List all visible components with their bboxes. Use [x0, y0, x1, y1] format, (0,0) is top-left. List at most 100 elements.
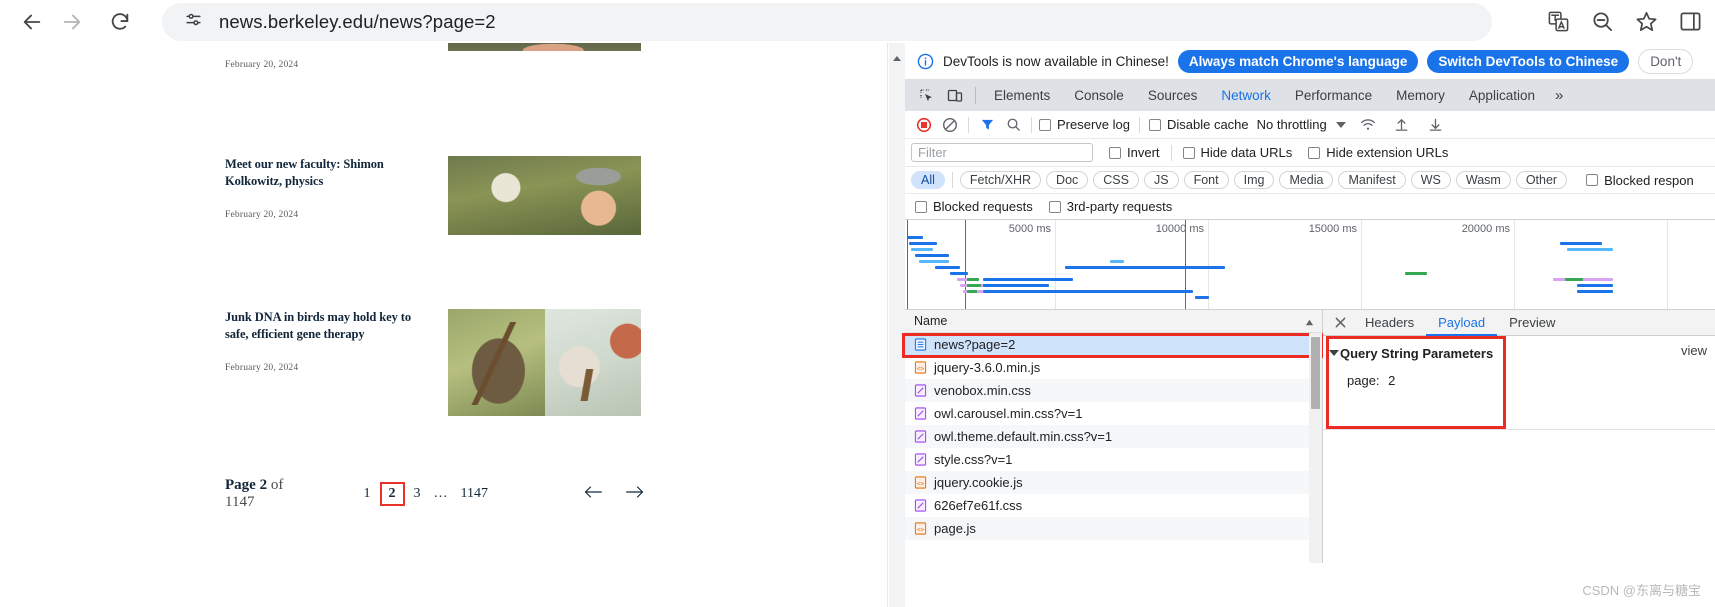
- overview-bar: [1577, 284, 1613, 287]
- reload-button[interactable]: [100, 2, 140, 42]
- wifi-icon[interactable]: [1355, 112, 1381, 138]
- article-item[interactable]: Meet our new faculty: Shimon Kolkowitz, …: [225, 156, 865, 235]
- tab-network[interactable]: Network: [1209, 80, 1283, 111]
- third-party-requests-checkbox[interactable]: 3rd-party requests: [1048, 199, 1172, 214]
- article-item[interactable]: February 20, 2024: [225, 43, 865, 70]
- page-number-2-current[interactable]: 2: [379, 482, 405, 506]
- bookmark-star-icon[interactable]: [1631, 7, 1661, 37]
- overview-gridline: [1055, 220, 1056, 309]
- type-filter-media[interactable]: Media: [1279, 171, 1334, 189]
- overview-bar: [1577, 290, 1613, 293]
- table-row[interactable]: style.css?v=1: [905, 448, 1322, 471]
- throttling-dropdown[interactable]: No throttling: [1257, 117, 1346, 132]
- tab-sources[interactable]: Sources: [1136, 80, 1210, 111]
- inspect-element-icon[interactable]: [913, 83, 941, 109]
- always-match-language-button[interactable]: Always match Chrome's language: [1177, 49, 1419, 73]
- type-filter-other[interactable]: Other: [1515, 171, 1568, 189]
- detail-tab-payload[interactable]: Payload: [1426, 310, 1498, 336]
- request-list-scrollbar[interactable]: [1309, 333, 1322, 563]
- tab-performance[interactable]: Performance: [1283, 80, 1384, 111]
- type-filter-manifest[interactable]: Manifest: [1338, 171, 1406, 189]
- bird-right-photo: [544, 309, 641, 416]
- table-row[interactable]: <> jquery.cookie.js: [905, 471, 1322, 494]
- article-title[interactable]: Meet our new faculty: Shimon Kolkowitz, …: [225, 156, 425, 190]
- table-row[interactable]: owl.theme.default.min.css?v=1: [905, 425, 1322, 448]
- page-status-total: 1147: [225, 494, 255, 510]
- filter-icon[interactable]: [974, 112, 1000, 138]
- switch-devtools-language-button[interactable]: Switch DevTools to Chinese: [1427, 49, 1630, 73]
- zoom-icon[interactable]: [1587, 7, 1617, 37]
- scrollbar-thumb[interactable]: [1311, 337, 1320, 409]
- type-filter-all[interactable]: All: [911, 171, 945, 189]
- article-thumbnail[interactable]: [448, 309, 641, 416]
- checkbox-box: [1048, 200, 1061, 213]
- hide-extension-urls-checkbox[interactable]: Hide extension URLs: [1308, 145, 1448, 160]
- table-row[interactable]: venobox.min.css: [905, 379, 1322, 402]
- address-bar[interactable]: news.berkeley.edu/news?page=2: [162, 2, 1492, 41]
- webpage-viewport[interactable]: February 20, 2024 Meet our new faculty: …: [0, 43, 888, 607]
- type-filter-doc[interactable]: Doc: [1046, 171, 1089, 189]
- network-overview-timeline[interactable]: 5000 ms 10000 ms 15000 ms 20000 ms: [905, 220, 1715, 310]
- collapse-arrow-icon[interactable]: [891, 53, 903, 65]
- table-row[interactable]: 626ef7e61f.css: [905, 494, 1322, 517]
- article-thumbnail[interactable]: [448, 156, 641, 235]
- page-number-1[interactable]: 1: [364, 486, 371, 502]
- network-request-list[interactable]: Name news?page=2 <> jquery-3.6.0.min.js …: [902, 310, 1323, 563]
- tab-application[interactable]: Application: [1457, 80, 1547, 111]
- type-filter-js[interactable]: JS: [1143, 171, 1179, 189]
- request-column-header[interactable]: Name: [905, 310, 1322, 333]
- table-row[interactable]: <> jquery-3.6.0.min.js: [905, 356, 1322, 379]
- side-panel-icon[interactable]: [1675, 7, 1705, 37]
- record-stop-icon[interactable]: [911, 112, 937, 138]
- type-filter-fetch-xhr[interactable]: Fetch/XHR: [959, 171, 1042, 189]
- overview-bar: [967, 284, 981, 287]
- blocked-requests-checkbox[interactable]: Blocked requests: [915, 199, 1033, 214]
- forward-button[interactable]: [52, 2, 92, 42]
- next-page-button[interactable]: [625, 485, 645, 504]
- preserve-log-checkbox[interactable]: Preserve log: [1039, 117, 1130, 132]
- article-thumbnail[interactable]: [448, 43, 641, 51]
- page-number-last[interactable]: 1147: [461, 486, 488, 502]
- blocked-responses-checkbox[interactable]: Blocked respon: [1586, 173, 1694, 188]
- search-icon[interactable]: [1000, 112, 1026, 138]
- tune-icon[interactable]: [184, 10, 203, 34]
- filter-input[interactable]: [911, 143, 1093, 162]
- article-item[interactable]: Junk DNA in birds may hold key to safe, …: [225, 309, 865, 416]
- chevron-down-icon[interactable]: [1329, 350, 1339, 356]
- view-source-link[interactable]: view: [1681, 343, 1707, 358]
- type-filter-font[interactable]: Font: [1183, 171, 1229, 189]
- article-title[interactable]: Junk DNA in birds may hold key to safe, …: [225, 309, 425, 343]
- type-filter-wasm[interactable]: Wasm: [1455, 171, 1511, 189]
- clear-icon[interactable]: [937, 112, 963, 138]
- device-toolbar-icon[interactable]: [941, 83, 969, 109]
- overview-bar: [1553, 278, 1613, 281]
- detail-tab-headers[interactable]: Headers: [1353, 310, 1426, 336]
- back-button[interactable]: [12, 2, 52, 42]
- translate-icon[interactable]: [1543, 7, 1573, 37]
- import-har-icon[interactable]: [1389, 112, 1415, 138]
- prev-page-button[interactable]: [583, 485, 603, 504]
- dismiss-banner-button[interactable]: Don't: [1638, 48, 1694, 74]
- tab-overflow-button[interactable]: »: [1547, 80, 1571, 111]
- type-filter-img[interactable]: Img: [1233, 171, 1275, 189]
- devtools-inner: DevTools is now available in Chinese! Al…: [902, 43, 1715, 607]
- type-filter-ws[interactable]: WS: [1410, 171, 1451, 189]
- table-row[interactable]: news?page=2: [905, 333, 1322, 356]
- export-har-icon[interactable]: [1423, 112, 1449, 138]
- sort-ascending-icon[interactable]: [1305, 316, 1314, 330]
- article-text: Junk DNA in birds may hold key to safe, …: [225, 309, 425, 416]
- detail-tab-preview[interactable]: Preview: [1497, 310, 1567, 336]
- invert-checkbox[interactable]: Invert: [1109, 145, 1160, 160]
- close-icon[interactable]: [1327, 310, 1353, 336]
- page-number-3[interactable]: 3: [414, 486, 421, 502]
- hide-data-urls-checkbox[interactable]: Hide data URLs: [1182, 145, 1292, 160]
- table-row[interactable]: owl.carousel.min.css?v=1: [905, 402, 1322, 425]
- disable-cache-checkbox[interactable]: Disable cache: [1148, 117, 1249, 132]
- query-string-parameters-section[interactable]: Query String Parameters: [1323, 343, 1715, 363]
- type-filter-css[interactable]: CSS: [1093, 171, 1139, 189]
- table-row[interactable]: <> page.js: [905, 517, 1322, 540]
- tab-elements[interactable]: Elements: [982, 80, 1062, 111]
- banner-message: DevTools is now available in Chinese!: [943, 53, 1169, 69]
- tab-console[interactable]: Console: [1062, 80, 1136, 111]
- tab-memory[interactable]: Memory: [1384, 80, 1457, 111]
